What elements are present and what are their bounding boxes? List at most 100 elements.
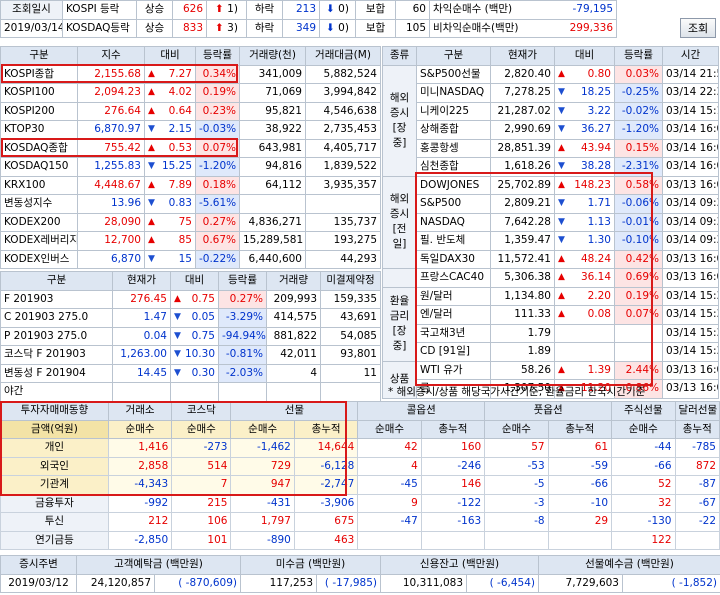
global-rate: 0.58% <box>614 175 663 195</box>
global-time: 03/14 09:30 <box>662 194 719 214</box>
global-row[interactable]: 프랑스CAC405,306.3836.140.69%03/13 16:00 <box>382 268 719 288</box>
futures-volume: 42,011 <box>266 345 321 365</box>
index-row[interactable]: KOSDAQ1501,255.8315.25-1.20%94,8161,839,… <box>0 157 381 177</box>
futures-row[interactable]: C 201903 275.01.470.05-3.29%414,57543,69… <box>0 308 381 328</box>
futures-change <box>170 382 219 402</box>
market-funds-table: 증시주변 고객예탁금 (백만원) 미수금 (백만원) 신용잔고 (백만원) 선물예수금 … <box>0 555 720 593</box>
col-header: 현재가 <box>490 46 555 66</box>
global-row[interactable]: CD [91일]1.89 03/14 15:30 <box>383 342 719 362</box>
index-row[interactable]: KOSDAQ종합755.420.530.07%643,9814,405,717 <box>0 138 381 158</box>
investor-value <box>420 530 486 550</box>
global-time: 03/14 15:30 <box>662 342 719 362</box>
index-value: 1,255.83 <box>77 157 145 177</box>
investor-value: -246 <box>420 456 486 476</box>
global-row[interactable]: NASDAQ7,642.281.13-0.01%03/14 09:30 <box>383 212 719 232</box>
global-time: 03/14 09:30 <box>662 231 719 251</box>
global-row[interactable]: 엔/달러111.330.080.07%03/14 15:30 <box>383 305 719 325</box>
investor-value: -22 <box>674 512 720 532</box>
index-row[interactable]: KOSPI종합2,155.687.270.34%341,0095,882,524 <box>0 64 381 84</box>
futures-row[interactable]: 코스닥 F 2019031,263.0010.30-0.81%42,01193,… <box>0 345 381 365</box>
index-amount: 135,737 <box>305 212 381 232</box>
col-header: 등락률 <box>195 46 240 66</box>
index-name: KOSDAQ종합 <box>0 138 78 158</box>
global-time: 03/14 21:56 <box>662 64 719 84</box>
global-time: 03/14 15:30 <box>662 305 719 325</box>
index-row[interactable]: KOSPI200276.640.640.23%95,8214,546,638 <box>0 101 381 121</box>
investor-value: 160 <box>420 438 486 458</box>
bottom-value: 10,311,083 <box>380 573 467 593</box>
investor-row[interactable]: 개인 1,416 -273 -1,462 14,644 42 160 57 61 -44 -785 <box>0 438 720 458</box>
global-rate: -2.31% <box>614 157 663 177</box>
global-price: 5,306.38 <box>490 268 555 288</box>
investor-name: 투신 <box>0 512 109 532</box>
global-rate: 0.69% <box>614 268 663 288</box>
col-header: 대비 <box>144 46 196 66</box>
futures-name: F 201903 <box>0 289 113 309</box>
index-row[interactable]: KODEX20028,090750.27%4,836,271135,737 <box>0 212 381 232</box>
index-name: KOSDAQ150 <box>0 157 78 177</box>
global-row[interactable]: 필. 반도체1,359.471.30-0.10%03/14 09:30 <box>383 231 719 251</box>
global-time: 03/13 16:00 <box>662 360 719 380</box>
index-name: KOSPI200 <box>0 101 78 121</box>
investor-value: 463 <box>293 530 359 550</box>
global-rate: -0.10% <box>614 231 663 251</box>
global-row[interactable]: S&P5002,809.211.71-0.06%03/14 09:30 <box>383 194 719 214</box>
global-time: 03/13 16:00 <box>662 249 719 269</box>
col-header: 종류 <box>382 46 417 66</box>
futures-price: 276.45 <box>112 289 171 309</box>
investor-row[interactable]: 기관계 -4,343 7 947 -2,747 -45 146 -5 -66 52 -87 <box>0 475 720 495</box>
query-button[interactable]: 조회 <box>680 18 716 38</box>
global-row[interactable]: 환율 금리 [장중]원/달러1,134.802.200.19%03/14 15:… <box>382 286 719 362</box>
global-row[interactable]: 니케이22521,287.023.22-0.02%03/14 15:15 <box>383 101 719 121</box>
global-row[interactable]: 국고채3년1.79 03/14 15:30 <box>383 323 719 343</box>
investor-row[interactable]: 투신 212 106 1,797 675 -47 -163 -8 29 -130 -22 <box>0 512 720 532</box>
index-name: KODEX레버리지 <box>0 231 78 251</box>
investor-row[interactable]: 연기금등 -2,850 101 -890 463 122 <box>0 530 720 550</box>
global-row[interactable]: 해외 증시 [전일]DOWJONES25,702.89148.230.58%03… <box>382 175 719 269</box>
global-change: 48.24 <box>554 249 615 269</box>
global-row[interactable]: 상품WTI 유가58.261.392.44%03/13 16:00 <box>382 360 719 399</box>
futures-row[interactable]: F 201903276.450.750.27%209,993159,335 <box>0 289 381 309</box>
global-row[interactable]: 심천종합1,618.2638.28-2.31%03/14 16:00 <box>383 157 719 177</box>
global-row[interactable]: 해외 증시 [장중]S&P500선물2,820.400.800.03%03/14… <box>382 64 719 177</box>
index-row[interactable]: KTOP306,870.972.15-0.03%38,9222,735,453 <box>0 120 381 140</box>
investor-value: 42 <box>357 438 422 458</box>
global-change: 1.71 <box>554 194 615 214</box>
global-change: 36.27 <box>554 120 615 140</box>
global-row[interactable]: 독일DAX3011,572.4148.240.42%03/13 16:00 <box>383 249 719 269</box>
futures-row[interactable]: P 201903 275.00.040.75-94.94%881,82254,0… <box>0 326 381 346</box>
global-rate: -0.02% <box>614 101 663 121</box>
investor-value: -44 <box>611 438 676 458</box>
global-change <box>554 323 615 343</box>
global-time: 03/13 16:00 <box>662 175 719 195</box>
index-row[interactable]: KODEX레버리지12,700850.67%15,289,581193,275 <box>0 231 381 251</box>
investor-value: 947 <box>230 475 295 495</box>
global-change: 1.30 <box>554 231 615 251</box>
global-price: 2,809.21 <box>490 194 555 214</box>
investor-value: -130 <box>611 512 676 532</box>
index-rate: -0.22% <box>195 249 240 269</box>
investor-row[interactable]: 외국인 2,858 514 729 -6,128 4 -246 -53 -59 -66 872 <box>0 456 720 476</box>
futures-rate <box>218 382 267 402</box>
index-row[interactable]: 변동성지수13.960.83-5.61% <box>0 194 381 214</box>
col-header: 구분 <box>0 46 78 66</box>
futures-row[interactable]: 변동성 F 20190414.450.30-2.03%411 <box>0 363 381 383</box>
index-change: 15 <box>144 249 196 269</box>
global-row[interactable]: 상해종합2,990.6936.27-1.20%03/14 16:00 <box>383 120 719 140</box>
col-group-header: 주식선물 <box>611 401 676 421</box>
global-price: 1,618.26 <box>490 157 555 177</box>
global-row[interactable]: 미니NASDAQ7,278.2518.25-0.25%03/14 22:39 <box>383 83 719 103</box>
investor-name: 기관계 <box>0 475 109 495</box>
global-row[interactable]: 홍콩항셍28,851.3943.940.15%03/14 16:00 <box>383 138 719 158</box>
index-change: 2.15 <box>144 120 196 140</box>
index-row[interactable]: KOSPI1002,094.234.020.19%71,0693,994,842 <box>0 83 381 103</box>
investor-value: 212 <box>107 512 173 532</box>
investor-row[interactable]: 금융투자 -992 215 -431 -3,906 9 -122 -3 -10 32 -67 <box>0 493 720 513</box>
index-volume: 64,112 <box>239 175 306 195</box>
investor-value: 675 <box>293 512 359 532</box>
futures-rate: -0.81% <box>218 345 267 365</box>
index-row[interactable]: KODEX인버스6,87015-0.22%6,440,60044,293 <box>0 249 381 269</box>
futures-row[interactable]: 야간 <box>0 382 381 402</box>
global-rate: -0.25% <box>614 83 663 103</box>
index-row[interactable]: KRX1004,448.677.890.18%64,1123,935,357 <box>0 175 381 195</box>
